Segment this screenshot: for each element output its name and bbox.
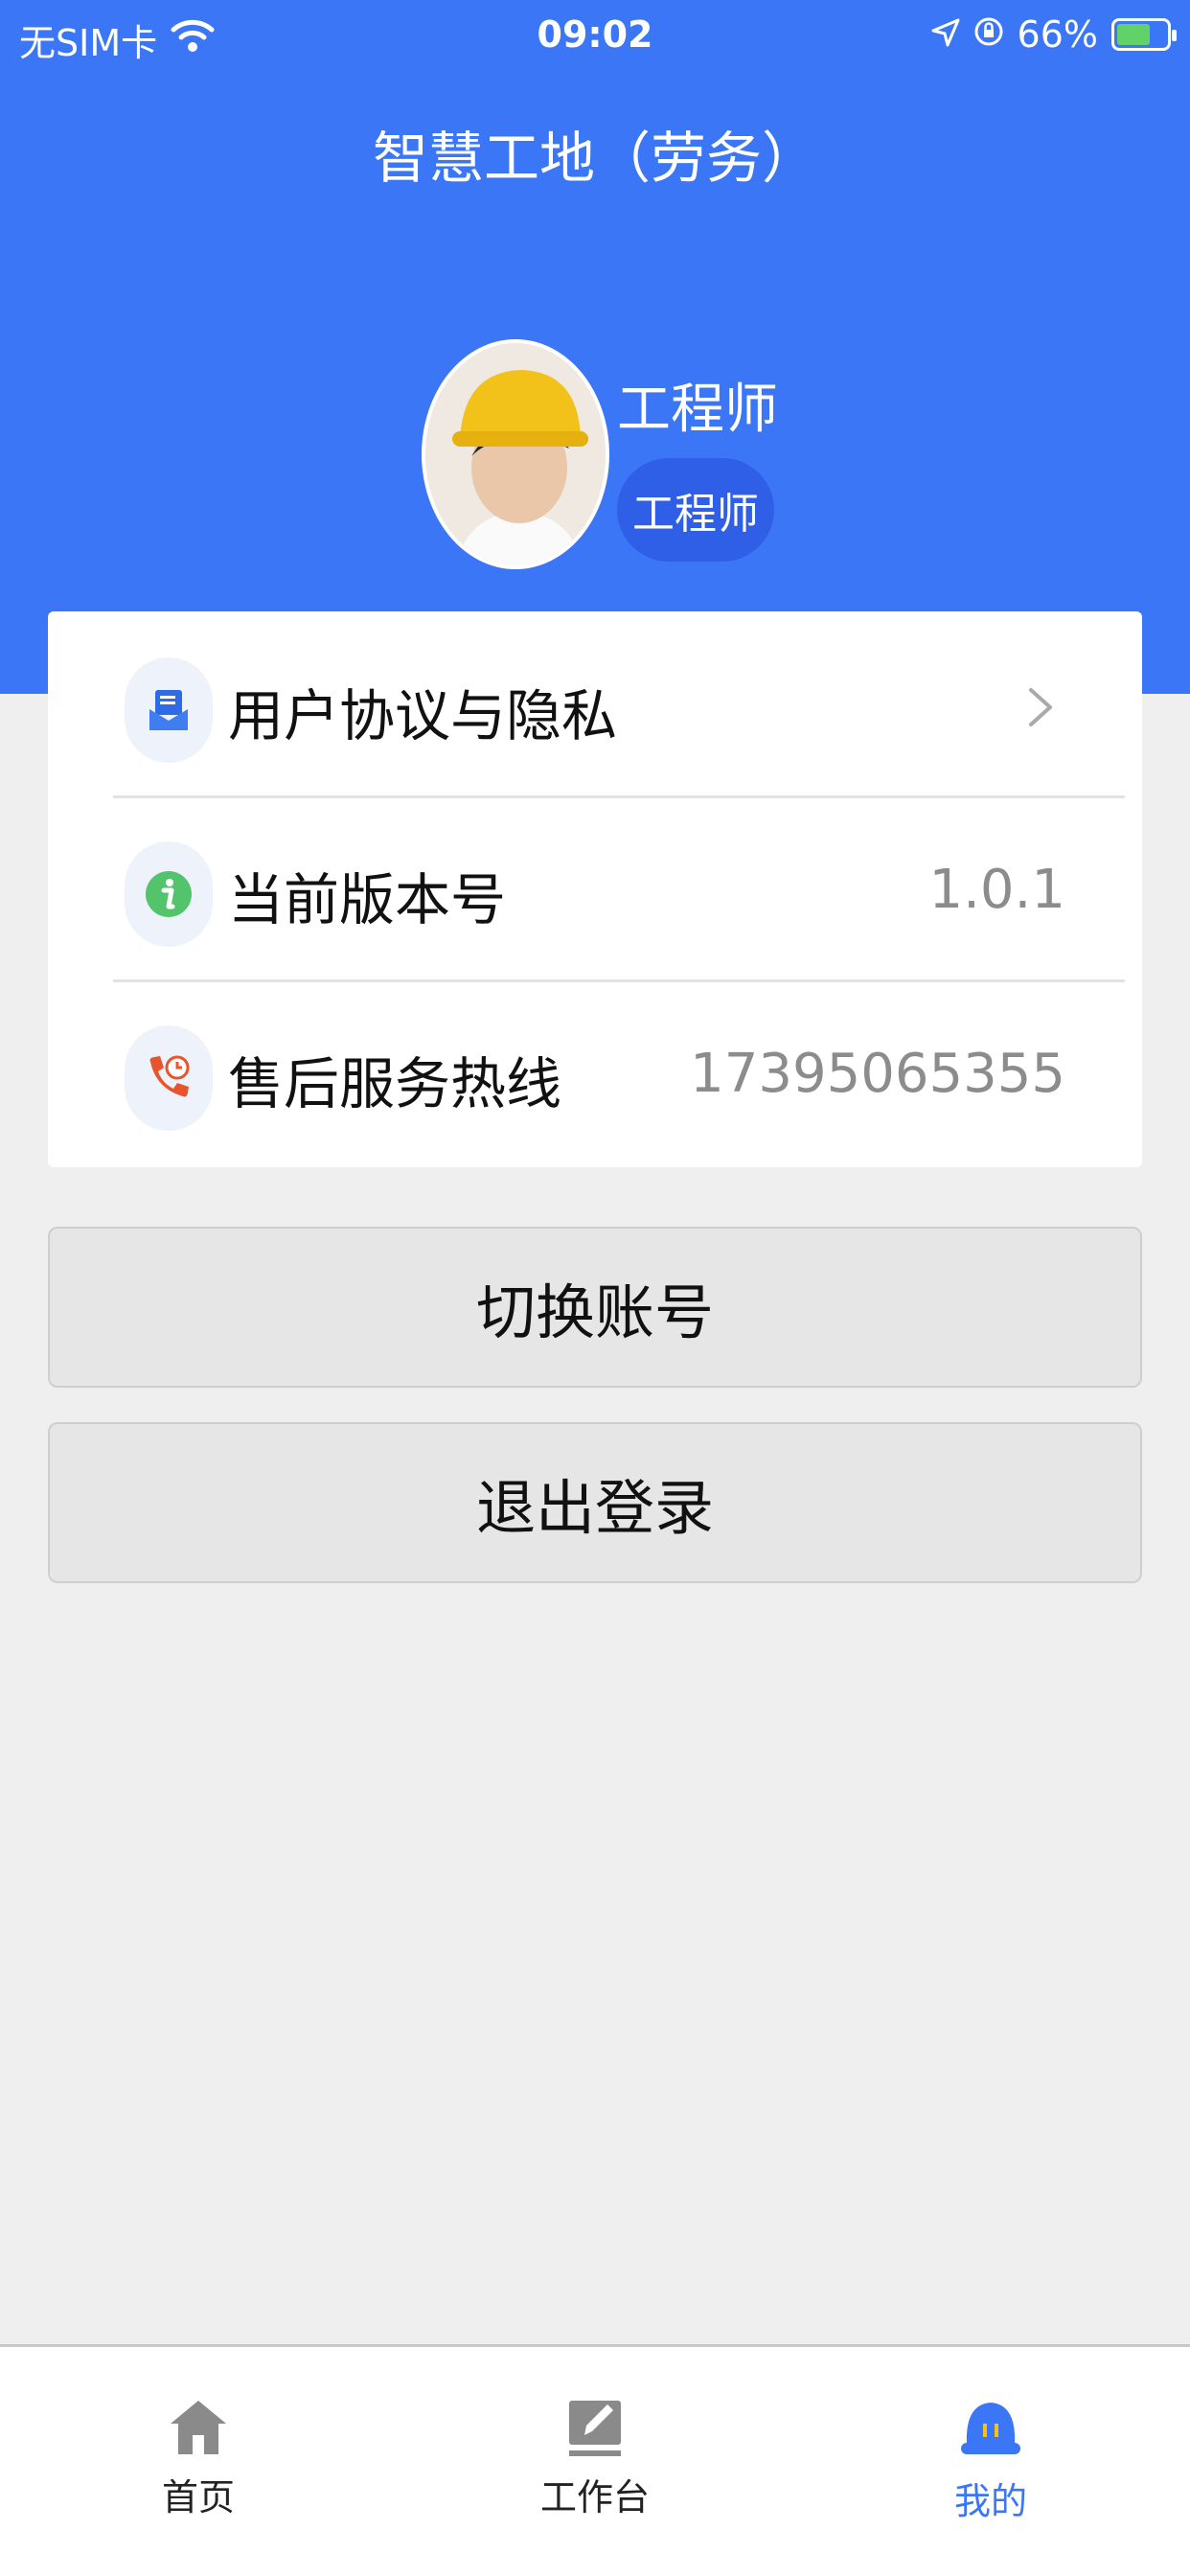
avatar[interactable] (422, 339, 609, 569)
role-badge: 工程师 (617, 458, 774, 562)
menu-item-label: 售后服务热线 (228, 1051, 562, 1116)
logout-button[interactable]: 退出登录 (48, 1422, 1142, 1583)
chevron-right-icon (1029, 688, 1052, 726)
tab-label: 首页 (161, 2476, 235, 2518)
menu-item-label: 用户协议与隐私 (228, 683, 618, 748)
location-arrow-icon (931, 13, 960, 56)
info-icon (125, 841, 213, 947)
menu-item-hotline[interactable]: 售后服务热线 17395065355 (48, 979, 1142, 1162)
helmet-icon (961, 2403, 1020, 2454)
menu-item-user-agreement[interactable]: 用户协议与隐私 (48, 611, 1142, 794)
home-icon (171, 2401, 226, 2454)
version-value: 1.0.1 (928, 859, 1066, 921)
switch-account-button[interactable]: 切换账号 (48, 1227, 1142, 1388)
hotline-value[interactable]: 17395065355 (690, 1043, 1065, 1105)
tab-mine[interactable]: 我的 (895, 2395, 1087, 2524)
page-title: 智慧工地（劳务） (372, 126, 817, 191)
battery-icon (1111, 18, 1177, 51)
status-bar: 无SIM卡 09:02 66% (0, 0, 1190, 73)
tab-home[interactable]: 首页 (103, 2395, 294, 2520)
phone-clock-icon (125, 1025, 213, 1131)
tab-label: 我的 (953, 2480, 1027, 2522)
menu-item-version: 当前版本号 1.0.1 (48, 795, 1142, 978)
rotation-lock-icon (973, 13, 1004, 56)
header-background (0, 0, 1190, 694)
tab-bar: 首页 工作台 我的 (0, 2344, 1190, 2576)
menu-item-label: 当前版本号 (228, 867, 507, 932)
tab-workbench[interactable]: 工作台 (499, 2395, 691, 2520)
settings-card: 用户协议与隐私 当前版本号 1.0.1 售后服务热线 17395065355 (48, 611, 1142, 1167)
status-right: 66% (931, 13, 1177, 56)
edit-icon (569, 2401, 621, 2456)
profile-name: 工程师 (617, 379, 778, 441)
tab-label: 工作台 (539, 2476, 650, 2518)
battery-percent: 66% (1017, 13, 1098, 56)
document-icon (125, 657, 213, 763)
